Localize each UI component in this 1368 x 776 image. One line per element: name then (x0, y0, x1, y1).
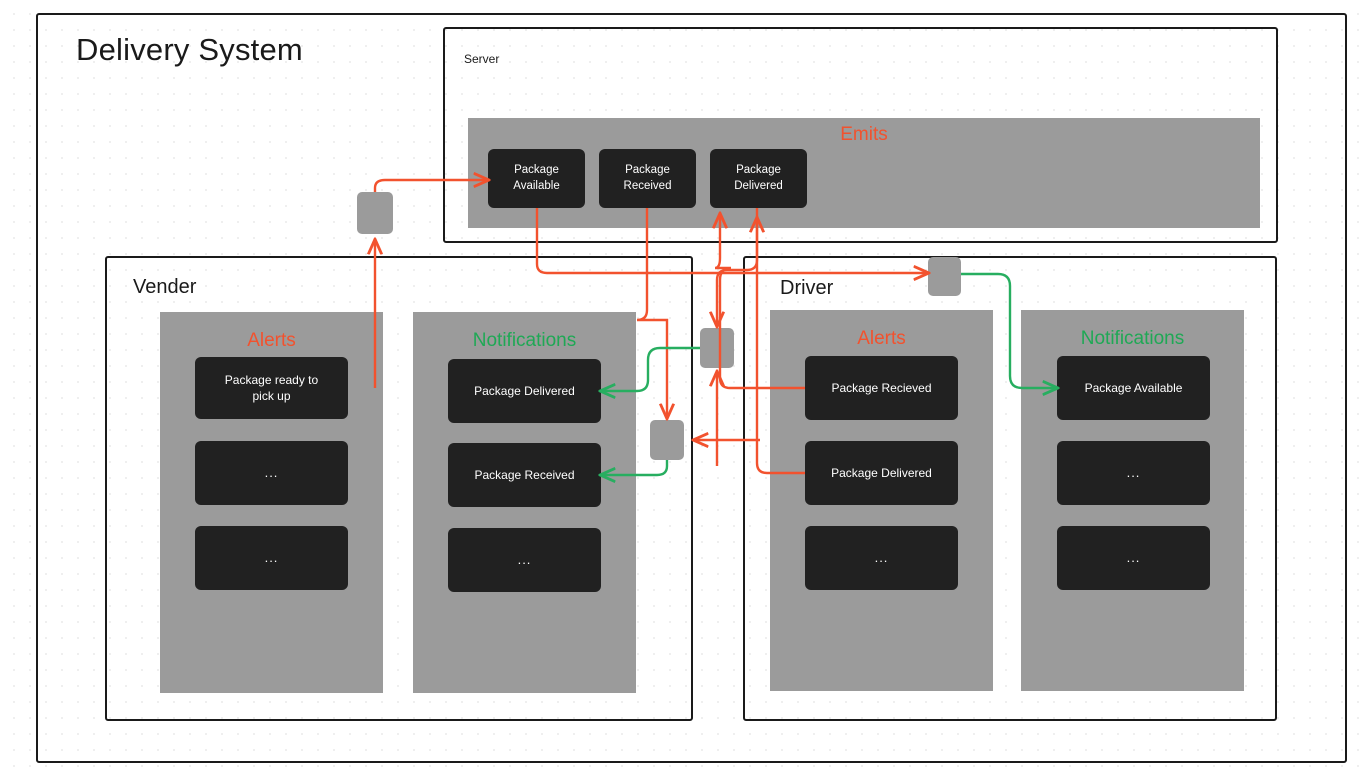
vender-alert-package-ready[interactable]: Package ready to pick up (195, 357, 348, 419)
vender-notification-receiver-node-2[interactable] (650, 420, 684, 460)
card-text: Package ready to pick up (225, 372, 318, 404)
card-text: Package Received (624, 163, 672, 194)
card-line-1: ... (874, 550, 889, 566)
card-line-2: Available (513, 179, 560, 192)
card-line-1: ... (1126, 465, 1141, 481)
server-event-package-delivered[interactable]: Package Delivered (710, 149, 807, 208)
page-title: Delivery System (76, 32, 303, 67)
card-line-1: Package (625, 163, 670, 176)
driver-label: Driver (780, 277, 834, 299)
vender-notification-package-received[interactable]: Package Received (448, 443, 601, 507)
driver-notification-placeholder-1[interactable]: ... (1057, 441, 1210, 505)
vender-alert-placeholder-2[interactable]: ... (195, 526, 348, 590)
card-line-1: Package Delivered (831, 465, 932, 480)
vender-notification-package-delivered[interactable]: Package Delivered (448, 359, 601, 423)
card-text: Package Available (513, 163, 559, 194)
server-emits-panel: Emits (468, 118, 1260, 228)
card-line-1: Package Delivered (474, 383, 575, 398)
driver-alert-package-recieved[interactable]: Package Recieved (805, 356, 958, 420)
emits-title: Emits (840, 124, 888, 145)
card-line-1: Package Available (1084, 380, 1183, 395)
card-line-1: ... (1126, 550, 1141, 566)
card-line-1: ... (264, 550, 279, 566)
card-line-1: ... (264, 465, 279, 481)
vender-alert-emitter-node[interactable] (357, 192, 393, 234)
card-line-1: Package Recieved (831, 380, 932, 395)
vender-label: Vender (133, 276, 197, 298)
driver-alert-placeholder[interactable]: ... (805, 526, 958, 590)
card-line-1: Package (736, 163, 781, 176)
card-text: Package Delivered (734, 163, 783, 194)
vender-notification-receiver-node[interactable] (700, 328, 734, 368)
card-line-2: pick up (252, 389, 291, 403)
vender-notification-placeholder[interactable]: ... (448, 528, 601, 592)
driver-notifications-title: Notifications (1080, 328, 1185, 349)
driver-alerts-title: Alerts (857, 328, 906, 349)
vender-alerts-title: Alerts (247, 330, 296, 351)
diagram-canvas: Delivery System Server Emits Package Ava… (0, 0, 1368, 776)
server-event-package-received[interactable]: Package Received (599, 149, 696, 208)
card-line-2: Delivered (734, 179, 783, 192)
vender-alert-placeholder-1[interactable]: ... (195, 441, 348, 505)
vender-notifications-title: Notifications (472, 330, 577, 351)
server-label: Server (464, 52, 500, 66)
card-line-2: Received (623, 179, 672, 192)
driver-notification-placeholder-2[interactable]: ... (1057, 526, 1210, 590)
card-line-1: Package ready to (224, 372, 319, 387)
driver-alert-emitter-node[interactable] (928, 257, 961, 296)
card-line-1: Package Received (474, 467, 575, 482)
server-event-package-available[interactable]: Package Available (488, 149, 585, 208)
driver-notification-package-available[interactable]: Package Available (1057, 356, 1210, 420)
driver-alert-package-delivered[interactable]: Package Delivered (805, 441, 958, 505)
card-line-1: Package (514, 163, 559, 176)
card-line-1: ... (517, 552, 532, 568)
